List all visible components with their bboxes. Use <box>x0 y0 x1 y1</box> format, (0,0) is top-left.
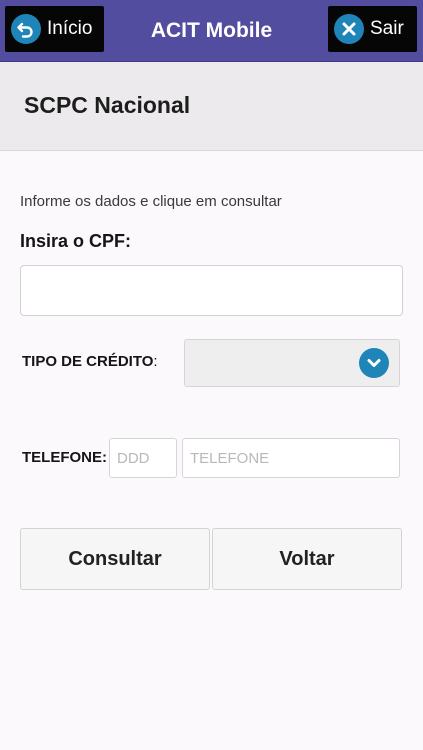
ddd-input[interactable] <box>109 438 177 478</box>
cpf-label: Insira o CPF: <box>20 231 132 251</box>
cpf-input[interactable] <box>20 265 403 316</box>
app-header: Início ACIT Mobile Sair <box>0 0 423 62</box>
page-title-bar: SCPC Nacional <box>0 62 423 151</box>
back-arrow-icon <box>11 14 41 44</box>
tipo-credito-label-text: TIPO DE CRÉDITO <box>22 353 154 370</box>
tipo-credito-label: TIPO DE CRÉDITO: <box>22 353 158 370</box>
voltar-button[interactable]: Voltar <box>212 528 402 590</box>
telefone-input[interactable] <box>182 438 400 478</box>
exit-button[interactable]: Sair <box>328 6 417 52</box>
chevron-down-icon <box>359 348 389 378</box>
tipo-credito-label-colon: : <box>153 353 158 370</box>
close-icon <box>334 14 364 44</box>
instruction-text: Informe os dados e clique em consultar <box>20 193 282 210</box>
home-button-label: Início <box>47 18 93 39</box>
consultar-button[interactable]: Consultar <box>20 528 210 590</box>
tipo-credito-select[interactable] <box>184 339 400 387</box>
home-button[interactable]: Início <box>5 6 104 52</box>
telefone-label: TELEFONE: <box>22 449 107 466</box>
page-title: SCPC Nacional <box>24 92 191 118</box>
exit-button-label: Sair <box>370 18 404 39</box>
